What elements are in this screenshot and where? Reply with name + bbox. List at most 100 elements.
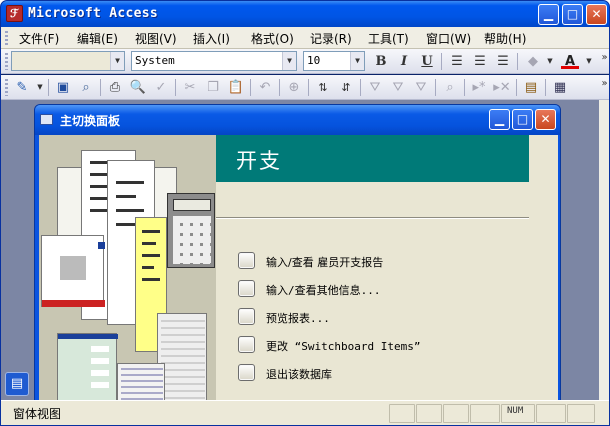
option-button-employee-expenses[interactable] <box>238 252 255 269</box>
maximize-icon: □ <box>516 112 529 126</box>
toolbar-grip[interactable] <box>5 79 8 96</box>
switchboard-header: 开支 <box>216 135 529 182</box>
formatting-toolbar: ▼ System ▼ 10 ▼ B I U ☰ ☰ ☰ ◆ ▼ A ▼ » <box>1 49 609 74</box>
vertical-scrollbar[interactable] <box>599 100 609 400</box>
italic-button[interactable]: I <box>395 53 413 70</box>
toolbar-options-icon[interactable]: » <box>600 78 609 89</box>
toolbar-separator <box>545 79 546 96</box>
child-maximize-button[interactable]: □ <box>512 109 533 130</box>
form-icon[interactable] <box>40 114 53 125</box>
menu-format[interactable]: 格式(O) <box>251 30 294 47</box>
option-label-employee-expenses[interactable]: 输入/查看 雇员开支报告 <box>266 254 383 270</box>
chevron-down-icon[interactable]: ▼ <box>580 53 598 70</box>
hyperlink-icon[interactable]: ⊕ <box>285 79 303 96</box>
align-right-icon[interactable]: ☰ <box>494 53 512 70</box>
object-combo[interactable]: ▼ <box>11 51 125 71</box>
undo-icon[interactable]: ↶ <box>256 79 274 96</box>
status-panel <box>416 404 442 423</box>
bold-button[interactable]: B <box>372 53 390 70</box>
new-record-icon[interactable]: ▸* <box>470 79 488 96</box>
window-title: Microsoft Access <box>28 6 159 21</box>
chevron-down-icon[interactable]: ▼ <box>31 79 49 96</box>
font-color-icon[interactable]: A <box>561 53 579 69</box>
calculator-icon <box>167 193 215 268</box>
switchboard-title-bar[interactable]: 主切换面板 ▁ □ ✕ <box>35 105 560 135</box>
toolbar-separator <box>175 79 176 96</box>
toolbar-separator <box>516 79 517 96</box>
option-button-change-switchboard[interactable] <box>238 336 255 353</box>
option-label-preview-reports[interactable]: 预览报表... <box>266 310 330 326</box>
sort-descending-icon[interactable]: ⇵ <box>337 79 355 96</box>
find-icon[interactable]: ⌕ <box>441 79 459 96</box>
menu-bar-grip[interactable] <box>5 31 8 46</box>
access-key-icon[interactable]: ℱ <box>6 5 23 22</box>
status-panel <box>536 404 566 423</box>
switchboard-window-title: 主切换面板 <box>60 114 121 128</box>
toolbar-separator <box>48 79 49 96</box>
title-bar[interactable]: ℱ Microsoft Access ▁ □ ✕ <box>1 1 609 27</box>
sort-ascending-icon[interactable]: ⇅ <box>314 79 332 96</box>
toolbar-separator <box>250 79 251 96</box>
menu-window[interactable]: 窗口(W) <box>426 30 471 47</box>
chevron-down-icon[interactable]: ▼ <box>282 52 296 70</box>
cut-icon[interactable]: ✂ <box>181 79 199 96</box>
fill-color-icon[interactable]: ◆ <box>524 53 542 70</box>
save-icon[interactable]: ▣ <box>54 79 72 96</box>
align-left-icon[interactable]: ☰ <box>448 53 466 70</box>
chevron-down-icon[interactable]: ▼ <box>541 53 559 70</box>
minimize-button[interactable]: ▁ <box>538 4 559 25</box>
chevron-down-icon[interactable]: ▼ <box>350 52 364 70</box>
status-mode-text: 窗体视图 <box>13 407 62 421</box>
properties-icon[interactable]: ▤ <box>522 79 540 96</box>
filter-by-selection-icon[interactable]: ⛛ <box>366 79 384 96</box>
spelling-icon[interactable]: ✓ <box>152 79 170 96</box>
option-button-exit-database[interactable] <box>238 364 255 381</box>
print-preview-icon[interactable]: 🔍 <box>129 79 147 96</box>
font-name-combo[interactable]: System ▼ <box>131 51 297 71</box>
copy-icon[interactable]: ❐ <box>204 79 222 96</box>
option-label-change-switchboard[interactable]: 更改 “Switchboard Items” <box>266 338 420 354</box>
font-name-value: System <box>135 54 175 67</box>
menu-tools[interactable]: 工具(T) <box>368 30 409 47</box>
close-icon: ✕ <box>540 112 551 126</box>
header-divider <box>216 217 529 219</box>
child-minimize-button[interactable]: ▁ <box>489 109 510 130</box>
switchboard-window: 主切换面板 ▁ □ ✕ 开支 输入/查看 雇员开支报告 输入/查看其他信息...… <box>34 104 561 401</box>
switchboard-form: 开支 输入/查看 雇员开支报告 输入/查看其他信息... 预览报表... 更改 … <box>39 135 558 400</box>
option-label-exit-database[interactable]: 退出该数据库 <box>266 366 332 382</box>
toolbar-grip[interactable] <box>5 53 8 70</box>
menu-insert[interactable]: 插入(I) <box>193 30 230 47</box>
close-button[interactable]: ✕ <box>586 4 607 25</box>
database-window-icon[interactable]: ▤ <box>5 372 29 396</box>
file-search-icon[interactable]: ⌕ <box>77 79 95 96</box>
menu-file[interactable]: 文件(F) <box>19 30 59 47</box>
font-size-value: 10 <box>307 54 321 67</box>
access-application-window: ℱ Microsoft Access ▁ □ ✕ 文件(F) 编辑(E) 视图(… <box>0 0 610 426</box>
font-size-combo[interactable]: 10 ▼ <box>303 51 365 71</box>
paste-icon[interactable]: 📋 <box>227 79 245 96</box>
switchboard-header-title: 开支 <box>236 149 282 173</box>
apply-filter-icon[interactable]: ⛛ <box>412 79 430 96</box>
maximize-button[interactable]: □ <box>562 4 583 25</box>
menu-edit[interactable]: 编辑(E) <box>77 30 118 47</box>
align-center-icon[interactable]: ☰ <box>471 53 489 70</box>
delete-record-icon[interactable]: ▸✕ <box>493 79 511 96</box>
print-icon[interactable]: ⎙ <box>106 79 124 96</box>
menu-view[interactable]: 视图(V) <box>135 30 177 47</box>
underline-button[interactable]: U <box>418 53 436 70</box>
illustration-paper <box>117 363 165 400</box>
option-button-other-info[interactable] <box>238 280 255 297</box>
option-label-other-info[interactable]: 输入/查看其他信息... <box>266 282 381 298</box>
database-window-icon[interactable]: ▦ <box>551 79 569 96</box>
menu-records[interactable]: 记录(R) <box>310 30 352 47</box>
filter-by-form-icon[interactable]: ⛛ <box>389 79 407 96</box>
status-bar: 窗体视图 NUM <box>1 400 609 425</box>
toolbar-options-icon[interactable]: » <box>600 52 609 63</box>
design-view-icon[interactable]: ✎ <box>13 79 31 96</box>
toolbar-separator <box>308 79 309 96</box>
child-close-button[interactable]: ✕ <box>535 109 556 130</box>
chevron-down-icon[interactable]: ▼ <box>110 52 124 70</box>
option-button-preview-reports[interactable] <box>238 308 255 325</box>
menu-help[interactable]: 帮助(H) <box>484 30 526 47</box>
expenses-illustration <box>39 135 216 400</box>
